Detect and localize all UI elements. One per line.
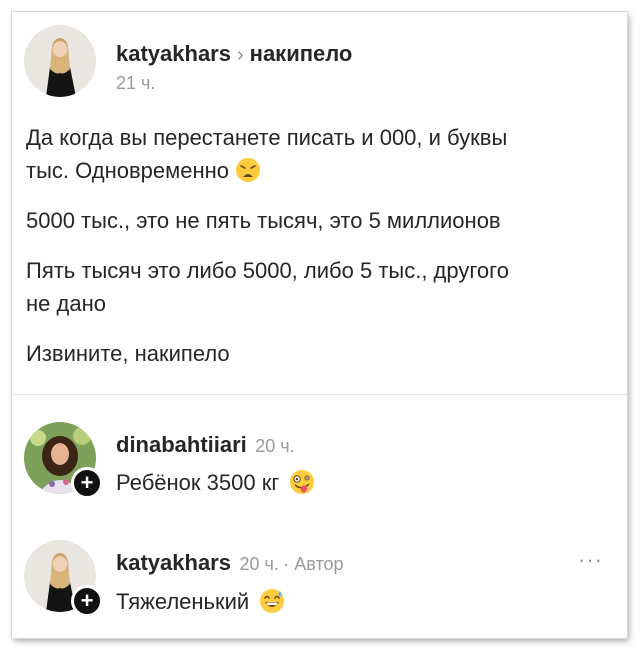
comment-text: Тяжеленький: [116, 589, 250, 614]
author-username[interactable]: katyakhars: [116, 41, 231, 66]
more-options-icon[interactable]: ···: [578, 547, 603, 573]
comment: + katyakhars 20 ч. · Автор ··· Тяжеленьк…: [12, 515, 627, 638]
post: katyakhars › накипело 21 ч. Да когда вы пе…: [12, 12, 627, 394]
comment-text: Ребёнок 3500 кг: [116, 470, 280, 495]
comment-timestamp: 20 ч.: [239, 554, 279, 574]
grinning-sweat-emoji: [259, 588, 285, 614]
comment-username[interactable]: katyakhars: [116, 550, 231, 575]
post-paragraph: Да когда вы перестанете писать и 000, и …: [26, 125, 508, 183]
comment-timestamp: 20 ч.: [255, 436, 295, 456]
post-body: Да когда вы перестанете писать и 000, и …: [26, 121, 616, 370]
post-timestamp: 21 ч.: [116, 73, 156, 93]
weary-face-emoji: [235, 157, 261, 183]
post-paragraph: Пять тысяч это либо 5000, либо 5 тыс., д…: [26, 258, 509, 316]
post-paragraph: 5000 тыс., это не пять тысяч, это 5 милл…: [26, 208, 501, 233]
community-name[interactable]: накипело: [250, 41, 353, 66]
author-badge: · Автор: [283, 554, 344, 574]
comment: + dinabahtiiari 20 ч. Ребёнок 3500 кг: [12, 395, 627, 515]
comment-username[interactable]: dinabahtiiari: [116, 432, 247, 457]
add-story-icon[interactable]: +: [71, 585, 103, 617]
post-paragraph: Извините, накипело: [26, 341, 230, 366]
chevron-right-icon: ›: [236, 44, 244, 66]
avatar[interactable]: [24, 25, 96, 97]
add-story-icon[interactable]: +: [71, 467, 103, 499]
app-frame: katyakhars › накипело 21 ч. Да когда вы пе…: [12, 12, 627, 638]
zany-face-emoji: [289, 469, 315, 495]
